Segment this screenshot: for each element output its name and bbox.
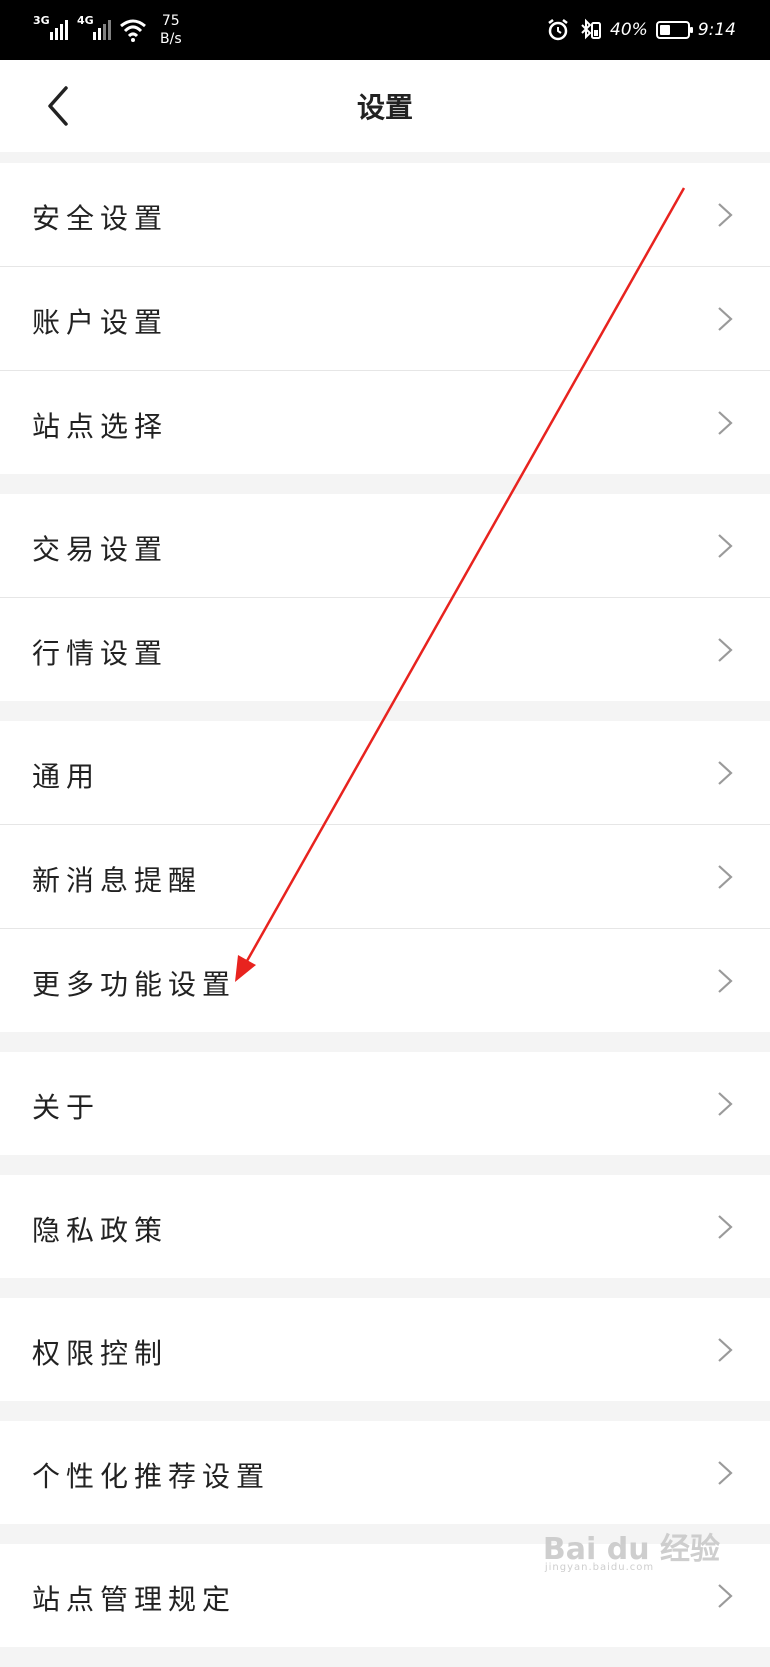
- chevron-right-icon: [718, 1215, 733, 1239]
- battery-icon: [655, 21, 693, 39]
- settings-row-label: 安全设置: [32, 202, 169, 235]
- network-speed: 75 B/s: [160, 13, 182, 47]
- settings-row[interactable]: 新消息提醒: [0, 825, 770, 929]
- settings-group: 关于: [0, 1052, 770, 1155]
- settings-row[interactable]: 账户设置: [0, 267, 770, 371]
- wifi-icon: [120, 19, 146, 42]
- chevron-right-icon: [718, 534, 733, 558]
- status-bar: 3G 4G 75 B/s 40% 9:14: [0, 0, 770, 60]
- chevron-right-icon: [718, 1461, 733, 1485]
- settings-row-label: 关于: [32, 1091, 101, 1124]
- network-type-1: 3G: [33, 14, 50, 27]
- signal-strength-2-icon: [93, 14, 111, 40]
- nav-bar: 设置: [0, 60, 770, 152]
- network-type-2: 4G: [77, 14, 94, 27]
- battery-percent: 40%: [610, 20, 648, 40]
- clock: 9:14: [697, 20, 736, 40]
- settings-row-label: 通用: [32, 760, 101, 793]
- settings-group: 隐私政策: [0, 1175, 770, 1278]
- settings-row-label: 新消息提醒: [32, 864, 203, 897]
- chevron-right-icon: [718, 969, 733, 993]
- settings-row[interactable]: 权限控制: [0, 1298, 770, 1401]
- bluetooth-battery-icon: [581, 18, 602, 40]
- settings-row[interactable]: 行情设置: [0, 598, 770, 701]
- settings-row-label: 站点选择: [32, 410, 169, 443]
- settings-group: 安全设置账户设置站点选择: [0, 163, 770, 474]
- settings-row-label: 站点管理规定: [32, 1583, 237, 1616]
- baidu-jingyan-watermark: Bai du 经验 jingyan.baidu.com: [542, 1532, 720, 1573]
- settings-group: 通用新消息提醒更多功能设置: [0, 721, 770, 1032]
- settings-row[interactable]: 隐私政策: [0, 1175, 770, 1278]
- settings-row[interactable]: 个性化推荐设置: [0, 1421, 770, 1524]
- page-title: 设置: [356, 91, 413, 124]
- chevron-right-icon: [718, 1092, 733, 1116]
- settings-row[interactable]: 站点选择: [0, 371, 770, 474]
- settings-row-label: 权限控制: [32, 1337, 169, 1370]
- settings-row-label: 行情设置: [32, 637, 169, 670]
- chevron-right-icon: [718, 307, 733, 331]
- settings-group: 权限控制: [0, 1298, 770, 1401]
- signal-strength-icon: [50, 14, 68, 40]
- chevron-right-icon: [718, 1338, 733, 1362]
- alarm-icon: [548, 19, 568, 41]
- settings-list: 安全设置账户设置站点选择交易设置行情设置通用新消息提醒更多功能设置 关于隐私政策权…: [0, 163, 770, 1667]
- settings-row-label: 更多功能设置: [32, 968, 237, 1001]
- chevron-right-icon: [718, 203, 733, 227]
- chevron-right-icon: [718, 411, 733, 435]
- settings-row-label: 账户设置: [32, 306, 169, 339]
- settings-row-label: 隐私政策: [32, 1214, 169, 1247]
- settings-row[interactable]: 交易设置: [0, 494, 770, 598]
- chevron-right-icon: [718, 638, 733, 662]
- settings-row-label: 个性化推荐设置: [32, 1460, 271, 1493]
- chevron-right-icon: [718, 1584, 733, 1608]
- chevron-right-icon: [718, 761, 733, 785]
- settings-row[interactable]: 通用: [0, 721, 770, 825]
- settings-row[interactable]: 关于: [0, 1052, 770, 1155]
- settings-group: 交易设置 行情设置: [0, 494, 770, 701]
- settings-row[interactable]: 更多功能设置: [0, 929, 770, 1032]
- chevron-right-icon: [718, 865, 733, 889]
- settings-row-label: 交易设置: [32, 533, 169, 566]
- settings-row[interactable]: 安全设置: [0, 163, 770, 267]
- settings-group: 个性化推荐设置: [0, 1421, 770, 1524]
